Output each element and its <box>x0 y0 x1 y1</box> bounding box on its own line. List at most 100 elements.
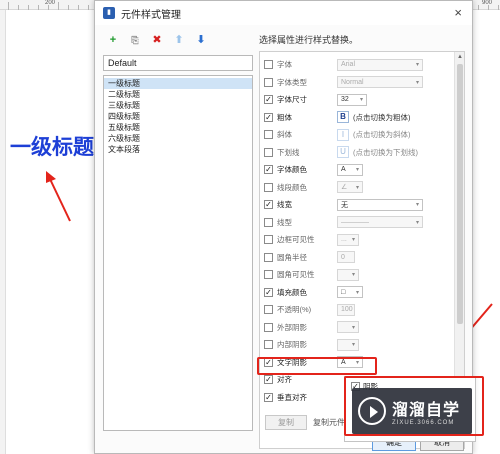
property-checkbox[interactable] <box>264 340 273 349</box>
property-value: Normal <box>341 78 364 86</box>
property-value: 0 <box>341 253 345 261</box>
apply-row: 复制 复制元件 <box>265 415 345 430</box>
ruler-tick <box>8 2 9 10</box>
property-input[interactable]: 0 <box>337 251 355 263</box>
canvas-heading-text[interactable]: 一级标题 <box>10 131 94 161</box>
style-item[interactable]: 一级标题 <box>104 78 252 89</box>
property-checkbox[interactable] <box>264 200 273 209</box>
property-checkbox[interactable] <box>264 60 273 69</box>
copy-button[interactable]: 复制 <box>265 415 307 430</box>
ruler-mark-200: 200 <box>45 0 56 6</box>
style-group-select[interactable]: Default <box>103 55 253 71</box>
property-row: 字体颜色A▾ <box>264 161 450 178</box>
style-item[interactable]: 五级标题 <box>104 122 252 133</box>
property-checkbox[interactable] <box>264 165 273 174</box>
chevron-down-icon: ▾ <box>351 237 355 243</box>
styles-toolbar: + ⎘ ✖ ⬆ ⬇ <box>103 31 253 49</box>
property-checkbox[interactable] <box>264 375 273 384</box>
close-button[interactable]: × <box>454 5 462 20</box>
property-select[interactable]: 32 ▾ <box>337 93 367 106</box>
format-toggle-button[interactable]: I <box>337 128 349 141</box>
property-row: 字体 Arial ▾ <box>264 56 450 73</box>
property-label: 字体 <box>277 60 292 69</box>
property-row: 线段颜色 ∠ ▾ <box>264 179 450 196</box>
properties-pane: 选择属性进行样式替换。 字体 Arial ▾ 字体类型 Normal ▾ 字体尺寸 32 ▾ 粗体… <box>259 31 465 449</box>
property-label: 外部阴影 <box>277 322 307 332</box>
property-input[interactable]: 100 <box>337 303 355 316</box>
move-up-icon[interactable]: ⬆ <box>173 34 185 46</box>
property-row: 不透明(%) 100 <box>264 301 450 318</box>
property-label: 对齐 <box>277 375 292 384</box>
ruler-tick <box>58 2 59 10</box>
style-item[interactable]: 二级标题 <box>104 89 252 100</box>
property-value: ... <box>341 236 347 243</box>
add-icon[interactable]: + <box>107 34 119 46</box>
property-checkbox[interactable] <box>264 287 273 297</box>
property-label: 圆角可见性 <box>277 270 315 279</box>
property-checkbox[interactable] <box>264 305 273 314</box>
property-label: 线段颜色 <box>277 182 307 192</box>
property-row: 填充颜色□▾ <box>264 284 450 301</box>
property-row: 线型 ———— ▾ <box>264 214 450 231</box>
scroll-thumb[interactable] <box>457 64 463 324</box>
style-item[interactable]: 四级标题 <box>104 111 252 122</box>
property-checkbox[interactable] <box>264 392 273 402</box>
chevron-down-icon: ▾ <box>415 202 419 208</box>
property-checkbox[interactable] <box>264 130 273 139</box>
property-value: ∠ <box>341 184 348 191</box>
property-row: 圆角半径 0 <box>264 249 450 266</box>
property-label: 线宽 <box>277 200 292 209</box>
property-checkbox[interactable] <box>264 252 273 262</box>
move-down-icon[interactable]: ⬇ <box>195 34 207 46</box>
chevron-down-icon: ▾ <box>355 167 359 173</box>
property-checkbox[interactable] <box>264 270 273 279</box>
style-item[interactable]: 文本段落 <box>104 144 252 155</box>
property-checkbox[interactable] <box>264 235 273 244</box>
dialog-title: 元件样式管理 <box>121 9 181 21</box>
format-toggle-text: (点击切换为粗体) <box>353 112 411 122</box>
property-select[interactable]: 无 ▾ <box>337 198 423 211</box>
format-toggle-button[interactable]: U <box>337 146 349 158</box>
property-select[interactable]: ▾ <box>337 268 359 281</box>
property-checkbox[interactable] <box>264 147 273 157</box>
property-row: 粗体 B (点击切换为粗体) <box>264 109 450 126</box>
style-item[interactable]: 六级标题 <box>104 133 252 144</box>
chevron-down-icon: ▾ <box>415 219 419 226</box>
property-row: 下划线 U (点击切换为下划线) <box>264 144 450 161</box>
scroll-up-icon[interactable]: ▲ <box>457 54 463 60</box>
color-picker[interactable]: A ▾ <box>337 163 363 176</box>
property-checkbox[interactable] <box>264 322 273 332</box>
property-value: 无 <box>341 201 348 209</box>
copy-icon[interactable]: ⎘ <box>129 34 141 46</box>
delete-icon[interactable]: ✖ <box>151 34 163 46</box>
property-checkbox[interactable] <box>264 95 273 104</box>
property-select[interactable]: ———— ▾ <box>337 216 423 228</box>
property-checkbox[interactable] <box>264 112 273 122</box>
watermark: 溜溜自学 ZIXUE.3066.COM <box>352 388 472 434</box>
style-item[interactable]: 三级标题 <box>104 100 252 111</box>
property-checkbox[interactable] <box>264 217 273 227</box>
property-row: 圆角可见性 ▾ <box>264 266 450 283</box>
chevron-down-icon: ▾ <box>359 97 363 103</box>
property-select[interactable]: ▾ <box>337 338 359 351</box>
property-select[interactable]: Arial ▾ <box>337 58 423 71</box>
color-picker[interactable]: □ ▾ <box>337 286 363 298</box>
styles-pane: + ⎘ ✖ ⬆ ⬇ Default 一级标题 二级标题 三级标题 四级标题 五级… <box>103 31 253 431</box>
chevron-down-icon: ▾ <box>351 342 355 348</box>
color-picker[interactable]: ∠ ▾ <box>337 181 363 193</box>
copy-text: 复制元件 <box>313 418 345 427</box>
property-label: 边框可见性 <box>277 235 315 244</box>
property-select[interactable]: ▾ <box>337 321 359 333</box>
format-toggle-button[interactable]: B <box>337 111 349 123</box>
property-select[interactable]: Normal ▾ <box>337 76 423 88</box>
property-select[interactable]: ... ▾ <box>337 233 359 246</box>
property-label: 线型 <box>277 217 292 227</box>
property-checkbox[interactable] <box>264 77 273 87</box>
annotation-box-text-shadow <box>257 357 377 375</box>
property-row: 斜体 I (点击切换为斜体) <box>264 126 450 143</box>
property-label: 斜体 <box>277 130 292 139</box>
ruler-tick <box>478 5 479 10</box>
property-label: 下划线 <box>277 147 300 157</box>
ruler-tick <box>88 5 89 10</box>
property-checkbox[interactable] <box>264 182 273 192</box>
